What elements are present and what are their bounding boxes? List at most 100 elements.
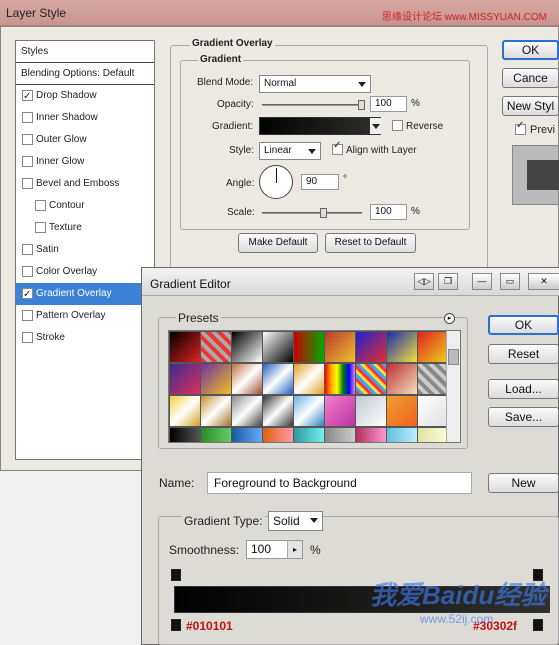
- style-item-inner-shadow[interactable]: Inner Shadow: [16, 107, 154, 129]
- style-checkbox[interactable]: [22, 134, 33, 145]
- gradient-preset-swatch[interactable]: [324, 363, 356, 395]
- gradient-preset-swatch[interactable]: [386, 395, 418, 427]
- swap-icon[interactable]: ◁▷: [414, 273, 434, 290]
- gradient-preset-swatch[interactable]: [200, 427, 232, 442]
- opacity-slider-thumb[interactable]: [358, 100, 365, 110]
- scale-input[interactable]: 100: [370, 204, 407, 220]
- align-with-layer-checkbox[interactable]: [332, 140, 343, 155]
- reset-to-default-button[interactable]: Reset to Default: [325, 233, 416, 253]
- gradient-preset-swatch[interactable]: [231, 363, 263, 395]
- style-checkbox[interactable]: [35, 200, 46, 211]
- smoothness-stepper-icon[interactable]: ▸: [287, 541, 302, 558]
- minimize-icon[interactable]: —: [472, 273, 492, 290]
- preview-checkbox[interactable]: [515, 120, 526, 135]
- gradient-preset-swatch[interactable]: [262, 427, 294, 442]
- style-item-blending-options-default[interactable]: Blending Options: Default: [16, 63, 154, 85]
- gradient-swatch[interactable]: [259, 117, 381, 135]
- gradient-preset-swatch[interactable]: [231, 427, 263, 442]
- new-style-button[interactable]: New Styl: [502, 96, 559, 116]
- gradient-preset-swatch[interactable]: [386, 363, 418, 395]
- style-item-stroke[interactable]: Stroke: [16, 327, 154, 349]
- style-checkbox[interactable]: [22, 86, 33, 108]
- gradient-preset-swatch[interactable]: [293, 363, 325, 395]
- gradient-preset-swatch[interactable]: [417, 427, 449, 442]
- style-checkbox[interactable]: [22, 310, 33, 321]
- style-item-inner-glow[interactable]: Inner Glow: [16, 151, 154, 173]
- style-item-color-overlay[interactable]: Color Overlay: [16, 261, 154, 283]
- style-checkbox[interactable]: [22, 332, 33, 343]
- opacity-input[interactable]: 100: [370, 96, 407, 112]
- gradient-preset-swatch[interactable]: [293, 331, 325, 363]
- gradient-preset-swatch[interactable]: [231, 395, 263, 427]
- gradient-preset-swatch[interactable]: [324, 331, 356, 363]
- ge-reset-button[interactable]: Reset: [488, 344, 559, 364]
- blend-mode-select[interactable]: Normal: [259, 75, 371, 93]
- ok-button[interactable]: OK: [502, 40, 559, 60]
- style-checkbox[interactable]: [22, 244, 33, 255]
- style-item-styles[interactable]: Styles: [16, 41, 154, 63]
- opacity-slider[interactable]: [262, 100, 365, 110]
- style-item-drop-shadow[interactable]: Drop Shadow: [16, 85, 154, 108]
- style-checkbox[interactable]: [22, 284, 33, 306]
- gradient-preset-swatch[interactable]: [262, 363, 294, 395]
- style-checkbox[interactable]: [22, 178, 33, 189]
- gradient-preset-swatch[interactable]: [200, 363, 232, 395]
- gradient-preset-swatch[interactable]: [293, 427, 325, 442]
- gradient-preset-swatch[interactable]: [355, 395, 387, 427]
- ge-save-button[interactable]: Save...: [488, 407, 559, 427]
- gradient-dropdown-button[interactable]: [369, 118, 381, 134]
- style-item-pattern-overlay[interactable]: Pattern Overlay: [16, 305, 154, 327]
- style-checkbox[interactable]: [22, 112, 33, 123]
- style-item-outer-glow[interactable]: Outer Glow: [16, 129, 154, 151]
- gradient-preset-swatch[interactable]: [417, 395, 449, 427]
- gradient-preset-swatch[interactable]: [200, 331, 232, 363]
- gradient-preset-swatch[interactable]: [355, 363, 387, 395]
- maximize-icon[interactable]: ▭: [500, 273, 520, 290]
- angle-input[interactable]: 90: [301, 174, 339, 190]
- color-stop-right[interactable]: [533, 619, 543, 631]
- gradient-preset-swatch[interactable]: [169, 395, 201, 427]
- style-item-gradient-overlay[interactable]: Gradient Overlay: [16, 283, 154, 306]
- style-item-satin[interactable]: Satin: [16, 239, 154, 261]
- make-default-button[interactable]: Make Default: [238, 233, 318, 253]
- style-select[interactable]: Linear: [259, 142, 321, 160]
- style-item-bevel-and-emboss[interactable]: Bevel and Emboss: [16, 173, 154, 195]
- style-checkbox[interactable]: [22, 156, 33, 167]
- angle-dial[interactable]: [259, 165, 293, 199]
- gradient-preset-swatch[interactable]: [324, 427, 356, 442]
- gradient-preset-swatch[interactable]: [231, 331, 263, 363]
- gradient-preset-swatch[interactable]: [169, 363, 201, 395]
- scale-slider-thumb[interactable]: [320, 208, 327, 218]
- gradient-preset-swatch[interactable]: [200, 395, 232, 427]
- presets-scrollbar[interactable]: [446, 331, 460, 442]
- presets-scrollbar-thumb[interactable]: [448, 349, 459, 365]
- ge-load-button[interactable]: Load...: [488, 379, 559, 399]
- cancel-button[interactable]: Cance: [502, 68, 559, 88]
- reverse-checkbox[interactable]: [392, 120, 403, 131]
- style-item-texture[interactable]: Texture: [16, 217, 154, 239]
- style-checkbox[interactable]: [35, 222, 46, 233]
- opacity-stop-left[interactable]: [171, 569, 181, 581]
- color-stop-left[interactable]: [171, 619, 181, 631]
- gradient-preset-swatch[interactable]: [386, 331, 418, 363]
- style-checkbox[interactable]: [22, 266, 33, 277]
- close-icon[interactable]: ✕: [528, 273, 559, 290]
- gradient-preset-swatch[interactable]: [262, 331, 294, 363]
- gradient-preset-swatch[interactable]: [169, 331, 201, 363]
- gradient-name-input[interactable]: Foreground to Background: [207, 472, 472, 494]
- gradient-preset-swatch[interactable]: [355, 331, 387, 363]
- gradient-preset-swatch[interactable]: [355, 427, 387, 442]
- presets-menu-icon[interactable]: ▸: [444, 313, 455, 324]
- gradient-preset-swatch[interactable]: [169, 427, 201, 442]
- new-gradient-button[interactable]: New: [488, 473, 559, 493]
- gradient-preset-swatch[interactable]: [262, 395, 294, 427]
- gradient-preset-swatch[interactable]: [386, 427, 418, 442]
- gradient-preset-swatch[interactable]: [417, 363, 449, 395]
- ge-ok-button[interactable]: OK: [488, 315, 559, 335]
- gradient-preset-swatch[interactable]: [324, 395, 356, 427]
- gradient-type-select[interactable]: Solid: [268, 511, 323, 531]
- gradient-preset-swatch[interactable]: [417, 331, 449, 363]
- gradient-preset-swatch[interactable]: [293, 395, 325, 427]
- copy-icon[interactable]: ❐: [438, 273, 458, 290]
- style-item-contour[interactable]: Contour: [16, 195, 154, 217]
